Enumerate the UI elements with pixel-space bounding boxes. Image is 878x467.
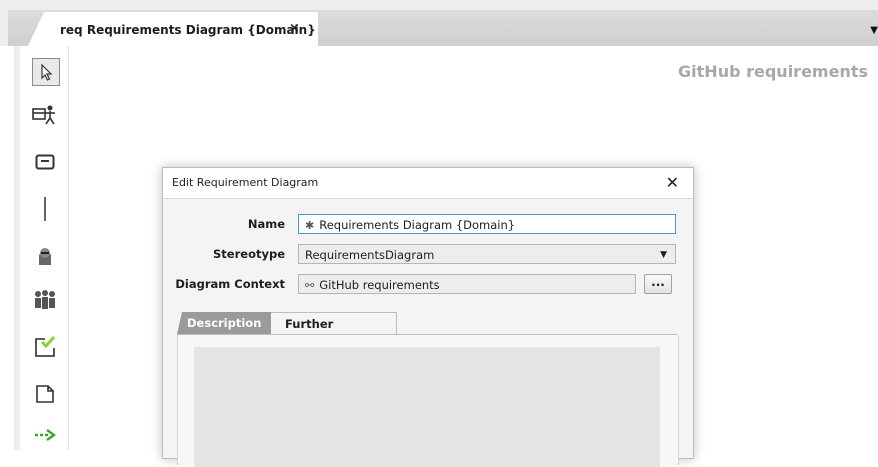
- separator-line-icon: [44, 197, 46, 221]
- dependency-tool[interactable]: [32, 422, 58, 448]
- close-icon[interactable]: ✕: [666, 173, 679, 192]
- diagram-context-label: Diagram Context: [175, 277, 285, 291]
- tab-menu-arrow-icon[interactable]: ▼: [870, 25, 878, 36]
- stereotype-value: RequirementsDiagram: [305, 248, 435, 262]
- name-field-value: Requirements Diagram {Domain}: [319, 218, 516, 232]
- link-icon: ⚯: [305, 279, 315, 292]
- dependency-arrow-icon: [35, 429, 56, 441]
- pointer-tool[interactable]: [32, 58, 60, 86]
- browse-context-button[interactable]: ...: [644, 274, 672, 294]
- chevron-down-icon: ▼: [660, 250, 667, 260]
- tab-further-properties[interactable]: Further Properties: [271, 312, 397, 353]
- rectangle-tool[interactable]: [32, 149, 58, 175]
- pointer-icon: [41, 63, 53, 81]
- block-actor-icon: [32, 105, 55, 125]
- requirement-check-icon: [35, 336, 56, 357]
- edit-requirement-diagram-dialog: Edit Requirement Diagram ✕ Name ✱ Require…: [162, 167, 694, 467]
- canvas-context-title: GitHub requirements: [678, 62, 868, 81]
- note-tool[interactable]: [32, 381, 58, 407]
- document-tab-strip: req Requirements Diagram {Domain} × ▼: [0, 0, 878, 46]
- rectangle-icon: [35, 154, 55, 170]
- actor-tool[interactable]: [32, 243, 58, 269]
- group-icon: [35, 290, 55, 309]
- dialog-titlebar[interactable]: Edit Requirement Diagram ✕: [163, 168, 693, 199]
- group-tool[interactable]: [32, 286, 58, 312]
- description-panel: [177, 335, 679, 467]
- stereotype-dropdown[interactable]: RequirementsDiagram ▼: [298, 244, 676, 264]
- separator-tool[interactable]: [32, 196, 58, 222]
- description-text-area[interactable]: [194, 347, 660, 467]
- document-tab-label[interactable]: req Requirements Diagram {Domain}: [60, 23, 316, 37]
- stereotype-label: Stereotype: [213, 247, 285, 261]
- diagram-context-field[interactable]: ⚯ GitHub requirements: [298, 274, 636, 294]
- tab-description[interactable]: Description: [177, 312, 273, 334]
- required-star-icon: ✱: [305, 219, 315, 232]
- diagram-context-value: GitHub requirements: [319, 278, 440, 292]
- actor-icon: [39, 248, 51, 265]
- requirement-tool[interactable]: [32, 334, 58, 360]
- tab-close-icon[interactable]: ×: [289, 21, 300, 36]
- name-label: Name: [247, 217, 285, 231]
- block-actor-tool[interactable]: [32, 101, 58, 127]
- diagram-toolbar: [14, 46, 69, 450]
- note-icon: [36, 385, 54, 403]
- dialog-title: Edit Requirement Diagram: [172, 176, 319, 189]
- name-field[interactable]: ✱ Requirements Diagram {Domain}: [298, 214, 676, 234]
